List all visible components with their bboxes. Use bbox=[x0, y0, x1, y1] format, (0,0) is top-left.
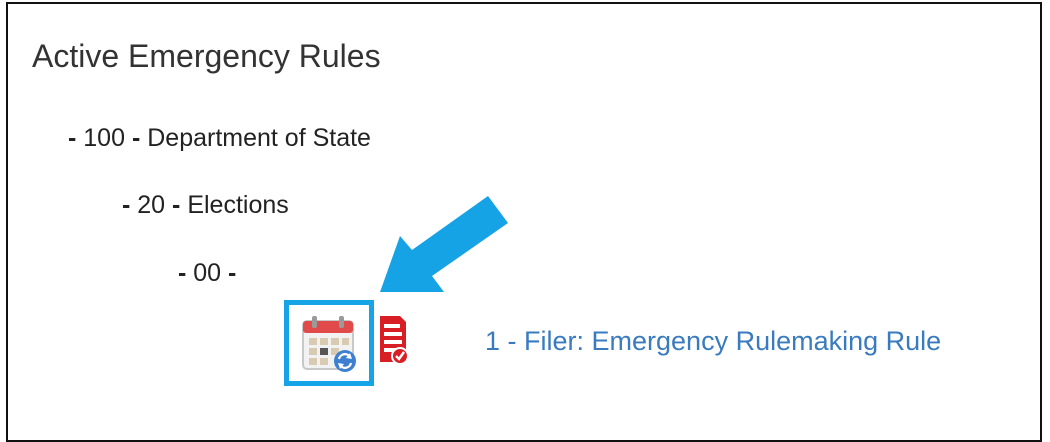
rule-link[interactable]: 1 - Filer: Emergency Rulemaking Rule bbox=[485, 326, 941, 357]
chapter-number: 00 bbox=[193, 259, 222, 287]
tree-item-department[interactable]: - 100 - Department of State bbox=[68, 124, 371, 153]
tree-item-chapter[interactable]: - 00 - bbox=[178, 259, 236, 288]
tree-item-division[interactable]: - 20 - Elections bbox=[122, 191, 289, 220]
content-frame: Active Emergency Rules - 100 - Departmen… bbox=[6, 2, 1042, 442]
calendar-refresh-icon[interactable] bbox=[299, 313, 361, 380]
collapse-toggle[interactable]: - bbox=[68, 124, 76, 152]
collapse-toggle[interactable]: - bbox=[178, 259, 186, 287]
separator: - bbox=[228, 259, 237, 287]
department-name: Department of State bbox=[147, 124, 371, 152]
collapse-toggle[interactable]: - bbox=[122, 191, 130, 219]
separator: - bbox=[172, 191, 181, 219]
division-number: 20 bbox=[137, 191, 166, 219]
division-name: Elections bbox=[187, 191, 289, 219]
page-title: Active Emergency Rules bbox=[32, 38, 381, 74]
department-number: 100 bbox=[83, 124, 125, 152]
report-checked-icon[interactable] bbox=[376, 312, 410, 373]
separator: - bbox=[131, 124, 141, 152]
icon-highlight-box bbox=[284, 300, 374, 386]
